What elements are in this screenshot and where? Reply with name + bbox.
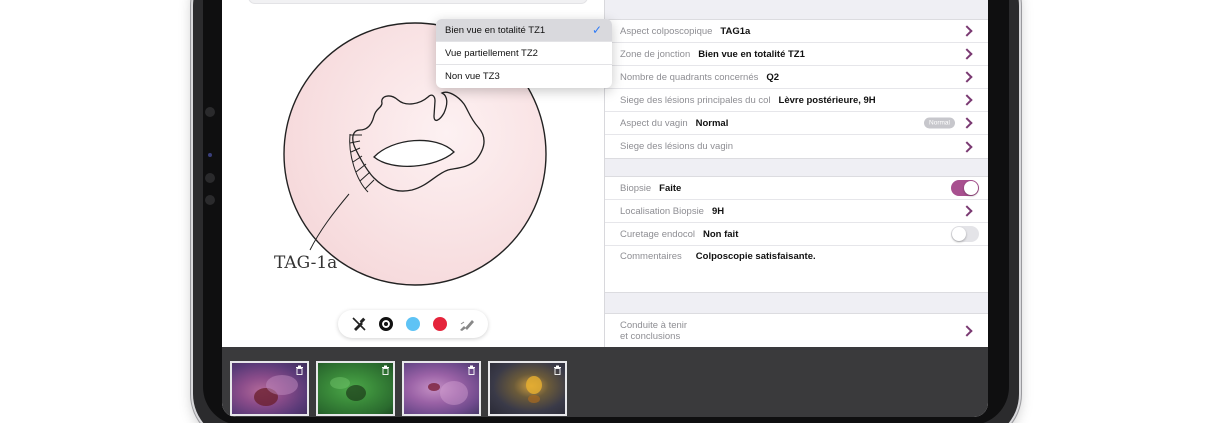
row-value: Q2	[766, 71, 780, 83]
trash-icon[interactable]	[467, 365, 476, 375]
zone-jonction-dropdown: Bien vue en totalité TZ1 ✓ Vue partielle…	[436, 19, 612, 88]
marker-off-icon[interactable]	[351, 316, 367, 332]
row-label: Zone de jonction	[620, 48, 691, 60]
thumbnail-image[interactable]	[402, 361, 481, 416]
chevron-right-icon	[961, 25, 973, 37]
trash-icon[interactable]	[295, 365, 304, 375]
curetage-row: Curetage endocol Non fait	[605, 223, 988, 246]
dropdown-option-tz2[interactable]: Vue partiellement TZ2	[436, 42, 612, 65]
conclusions-group: Conduite à tenir et conclusions	[605, 313, 988, 348]
eraser-icon[interactable]	[459, 316, 475, 332]
app-stage: TAG-1a Aspect colposcopique TAG1a Zone d…	[0, 0, 1210, 423]
trash-icon[interactable]	[553, 365, 562, 375]
conduite-label: Conduite à tenir et conclusions	[620, 320, 687, 342]
image-thumbnail-strip	[222, 347, 988, 417]
localisation-biopsie-row[interactable]: Localisation Biopsie 9H	[605, 200, 988, 223]
row-value: Faite	[659, 182, 682, 194]
row-value: TAG1a	[720, 25, 751, 37]
chevron-right-icon	[961, 140, 973, 153]
chevron-right-icon	[961, 117, 973, 129]
checkmark-icon: ✓	[591, 23, 602, 37]
black-color-button[interactable]	[378, 316, 394, 332]
sensor-dot	[205, 173, 215, 183]
quadrants-row[interactable]: Nombre de quadrants concernés Q2	[605, 66, 988, 89]
option-label: Bien vue en totalité TZ1	[445, 24, 546, 36]
row-label: Localisation Biopsie	[620, 205, 704, 217]
dropdown-option-tz1[interactable]: Bien vue en totalité TZ1 ✓	[436, 19, 612, 42]
chevron-right-icon	[961, 205, 973, 217]
row-label: Siege des lésions du vagin	[620, 141, 734, 152]
curetage-toggle[interactable]	[951, 226, 979, 242]
row-value: Lèvre postérieure, 9H	[778, 94, 876, 106]
zone-de-jonction-row[interactable]: Zone de jonction Bien vue en totalité TZ…	[605, 43, 988, 66]
camera-lens	[208, 153, 212, 157]
trash-icon[interactable]	[381, 365, 390, 375]
row-label: Biopsie	[620, 182, 652, 194]
row-value: Bien vue en totalité TZ1	[698, 48, 805, 60]
light-blue-color-button[interactable]	[405, 316, 421, 332]
annotation-text: TAG-1a	[274, 253, 337, 273]
exam-findings-group: Aspect colposcopique TAG1a Zone de jonct…	[605, 19, 988, 159]
red-color-button[interactable]	[432, 316, 448, 332]
row-value: 9H	[711, 205, 725, 217]
aspect-vagin-row[interactable]: Aspect du vagin Normal Normal	[605, 112, 988, 135]
app-screen: TAG-1a Aspect colposcopique TAG1a Zone d…	[222, 0, 988, 417]
row-label: Siege des lésions principales du col	[620, 94, 771, 106]
thumbnail-image[interactable]	[488, 361, 567, 416]
thumbnail-image[interactable]	[316, 361, 395, 416]
form-pane: Aspect colposcopique TAG1a Zone de jonct…	[604, 0, 988, 348]
siege-lesions-col-row[interactable]: Siege des lésions principales du col Lèv…	[605, 89, 988, 112]
row-label: Nombre de quadrants concernés	[620, 71, 759, 83]
status-badge: Normal	[924, 117, 955, 129]
commentaires-field[interactable]: Colposcopie satisfaisante.	[696, 251, 816, 262]
chevron-right-icon	[961, 71, 973, 83]
option-label: Non vue TZ3	[445, 71, 500, 82]
row-label: Commentaires	[620, 251, 682, 262]
drawing-toolbar	[338, 310, 488, 338]
aspect-colposcopique-row[interactable]: Aspect colposcopique TAG1a	[605, 20, 988, 43]
conduite-line-1: Conduite à tenir	[620, 320, 688, 331]
siege-lesions-vagin-row[interactable]: Siege des lésions du vagin	[605, 135, 988, 158]
chevron-right-icon	[961, 325, 973, 337]
dropdown-option-tz3[interactable]: Non vue TZ3	[436, 65, 612, 88]
conduite-row[interactable]: Conduite à tenir et conclusions	[605, 314, 988, 348]
chevron-right-icon	[961, 48, 973, 60]
chevron-right-icon	[961, 94, 973, 106]
row-label: Aspect du vagin	[620, 117, 688, 129]
thumbnail-image[interactable]	[230, 361, 309, 416]
biopsy-group: Biopsie Faite Localisation Biopsie 9H Cu…	[605, 176, 988, 293]
sensor-dot	[205, 107, 215, 117]
biopsie-row: Biopsie Faite	[605, 177, 988, 200]
biopsie-toggle[interactable]	[951, 180, 979, 196]
option-label: Vue partiellement TZ2	[445, 47, 538, 59]
sensor-dot	[205, 195, 215, 205]
row-value: Normal	[695, 117, 729, 129]
commentaires-row[interactable]: Commentaires Colposcopie satisfaisante.	[605, 246, 988, 292]
row-label: Curetage endocol	[620, 228, 695, 240]
row-label: Aspect colposcopique	[620, 25, 713, 37]
row-value: Non fait	[703, 228, 739, 240]
conduite-line-2: et conclusions	[620, 331, 681, 342]
